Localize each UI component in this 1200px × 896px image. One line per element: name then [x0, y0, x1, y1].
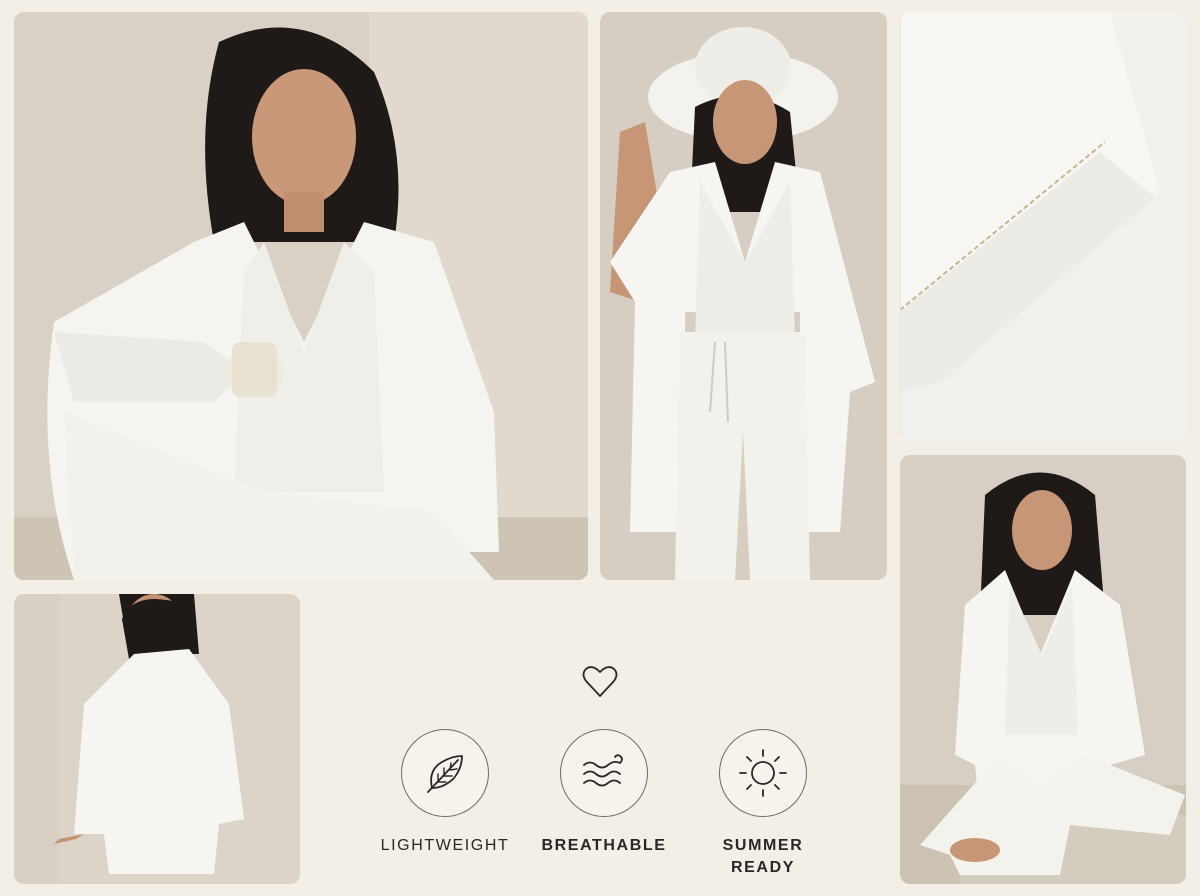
lifestyle-photo-seated-on-bench	[900, 455, 1186, 884]
heart-icon[interactable]	[580, 662, 620, 702]
feature-label: BREATHABLE	[541, 837, 667, 854]
lifestyle-photo-standing-with-hat	[600, 12, 887, 580]
feature-icon-circle	[401, 729, 489, 817]
feature-lightweight: LIGHTWEIGHT	[370, 729, 520, 857]
sun-icon	[739, 749, 787, 797]
lifestyle-photo-seated-with-cup	[14, 12, 588, 580]
feature-label: LIGHTWEIGHT	[380, 837, 510, 854]
feature-breathable: BREATHABLE	[529, 729, 679, 857]
leaf-icon	[427, 755, 463, 793]
feature-label: SUMMER READY	[722, 837, 804, 876]
feature-icon-circle	[560, 729, 648, 817]
wind-waves-icon	[583, 754, 623, 787]
feature-highlights: LIGHTWEIGHT BREATHABLE SUMMER READY	[300, 594, 900, 884]
back-view-photo	[14, 594, 300, 884]
fabric-sleeve-closeup-photo	[900, 12, 1186, 442]
feature-icon-circle	[719, 729, 807, 817]
feature-summer-ready: SUMMER READY	[688, 729, 838, 879]
